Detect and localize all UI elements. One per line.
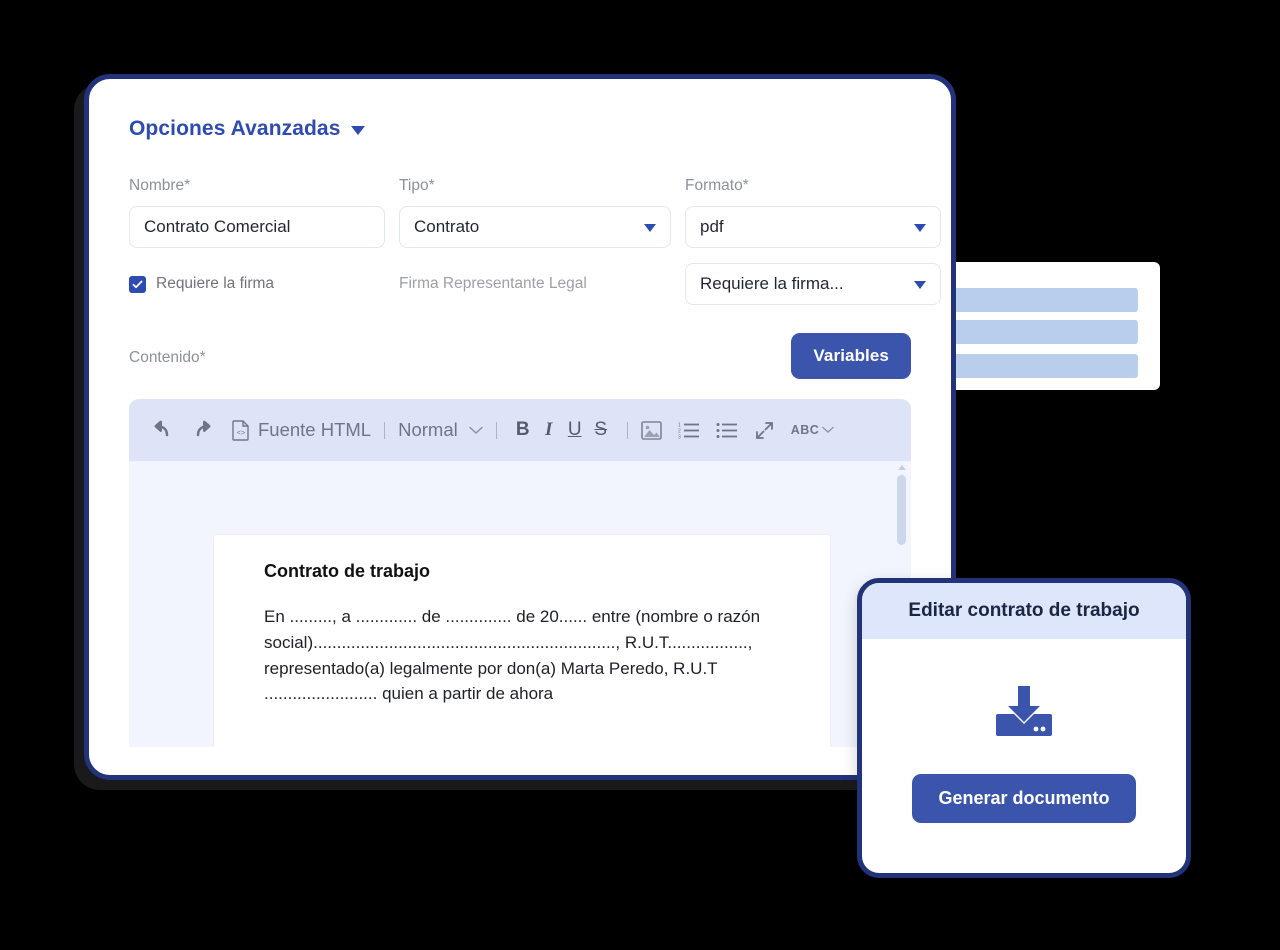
- editor-canvas[interactable]: Contrato de trabajo En ........., a ....…: [129, 461, 911, 747]
- decorative-bar: [948, 288, 1138, 312]
- nombre-label: Nombre*: [129, 177, 191, 194]
- page-title: Opciones Avanzadas: [129, 117, 341, 140]
- spellcheck-label: ABC: [790, 423, 820, 437]
- chevron-down-icon: [914, 281, 926, 289]
- editor-toolbar: <> Fuente HTML Normal B I U S 1 2 3 ABC: [129, 399, 911, 461]
- contenido-label: Contenido*: [129, 349, 206, 366]
- nombre-field-group: Nombre* Contrato Comercial: [129, 177, 385, 248]
- strikethrough-button[interactable]: S: [588, 419, 614, 441]
- italic-button[interactable]: I: [536, 419, 562, 441]
- tipo-field-group: Tipo* Contrato: [399, 177, 671, 248]
- scrollbar-thumb[interactable]: [897, 475, 906, 545]
- modal-body: Generar documento: [862, 639, 1186, 873]
- svg-text:3: 3: [678, 434, 681, 440]
- svg-text:<>: <>: [237, 430, 245, 438]
- bullet-list-icon[interactable]: [716, 421, 738, 440]
- formato-select[interactable]: pdf: [685, 206, 941, 248]
- chevron-down-icon: [468, 426, 483, 434]
- toolbar-divider: [384, 421, 386, 439]
- undo-icon[interactable]: [147, 415, 177, 445]
- firma-select[interactable]: Requiere la firma...: [685, 263, 941, 305]
- requiere-firma-checkbox[interactable]: [129, 275, 146, 293]
- numbered-list-icon[interactable]: 1 2 3: [678, 421, 700, 440]
- underline-button[interactable]: U: [562, 419, 588, 441]
- chevron-down-icon: [822, 426, 835, 433]
- chevron-down-icon[interactable]: [351, 126, 366, 135]
- document-title: Contrato de trabajo: [264, 561, 431, 581]
- document-page[interactable]: Contrato de trabajo En ........., a ....…: [213, 534, 831, 747]
- chevron-down-icon: [914, 224, 926, 232]
- toolbar-divider: [495, 421, 497, 439]
- form-row-2: Requiere la firma Firma Representante Le…: [129, 263, 941, 305]
- section-header[interactable]: Opciones Avanzadas: [129, 117, 911, 141]
- variables-button[interactable]: Variables: [791, 333, 911, 379]
- nombre-input[interactable]: Contrato Comercial: [129, 206, 385, 248]
- tipo-select[interactable]: Contrato: [399, 206, 671, 248]
- requiere-firma-checkbox-row[interactable]: Requiere la firma: [129, 263, 385, 305]
- bold-button[interactable]: B: [510, 419, 536, 441]
- tipo-select-value: Contrato: [414, 217, 480, 236]
- background-decorative-card: [930, 262, 1160, 390]
- scroll-up-arrow-icon[interactable]: [897, 465, 906, 470]
- spellcheck-button[interactable]: ABC: [791, 423, 835, 437]
- format-dropdown[interactable]: Normal: [398, 419, 483, 441]
- modal-title: Editar contrato de trabajo: [862, 583, 1186, 639]
- document-paragraph: En ........., a ............. de .......…: [264, 607, 761, 704]
- contenido-header-row: Contenido* Variables: [129, 333, 911, 379]
- panel-content: Opciones Avanzadas Nombre* Contrato Come…: [89, 79, 951, 775]
- formato-label: Formato*: [685, 177, 749, 194]
- html-source-button[interactable]: <> Fuente HTML: [232, 419, 371, 441]
- image-icon[interactable]: [640, 420, 662, 440]
- tipo-label: Tipo*: [399, 177, 435, 194]
- formato-select-value: pdf: [700, 217, 724, 236]
- generate-document-modal: Editar contrato de trabajo Generar docum…: [857, 578, 1191, 878]
- decorative-bar: [948, 320, 1138, 344]
- html-source-label: Fuente HTML: [258, 419, 372, 440]
- rich-text-editor: <> Fuente HTML Normal B I U S 1 2 3 ABC …: [129, 399, 911, 747]
- advanced-options-panel: Opciones Avanzadas Nombre* Contrato Come…: [84, 74, 956, 780]
- requiere-firma-label: Requiere la firma: [156, 275, 275, 292]
- form-row-1: Nombre* Contrato Comercial Tipo* Contrat…: [129, 177, 941, 248]
- firma-representante-label: Firma Representante Legal: [399, 275, 587, 292]
- download-icon: [996, 685, 1052, 736]
- html-file-icon: <>: [232, 419, 249, 441]
- decorative-bar: [948, 354, 1138, 378]
- nombre-input-value: Contrato Comercial: [144, 217, 291, 236]
- toolbar-divider: [626, 421, 628, 439]
- fullscreen-icon[interactable]: [754, 420, 775, 441]
- screenshot-stage: Opciones Avanzadas Nombre* Contrato Come…: [0, 0, 1280, 950]
- firma-select-value: Requiere la firma...: [700, 274, 844, 293]
- check-icon: [132, 280, 143, 288]
- format-dropdown-label: Normal: [398, 419, 458, 440]
- formato-field-group: Formato* pdf: [685, 177, 941, 248]
- chevron-down-icon: [644, 224, 656, 232]
- generar-documento-button[interactable]: Generar documento: [912, 773, 1136, 823]
- redo-icon[interactable]: [188, 415, 218, 445]
